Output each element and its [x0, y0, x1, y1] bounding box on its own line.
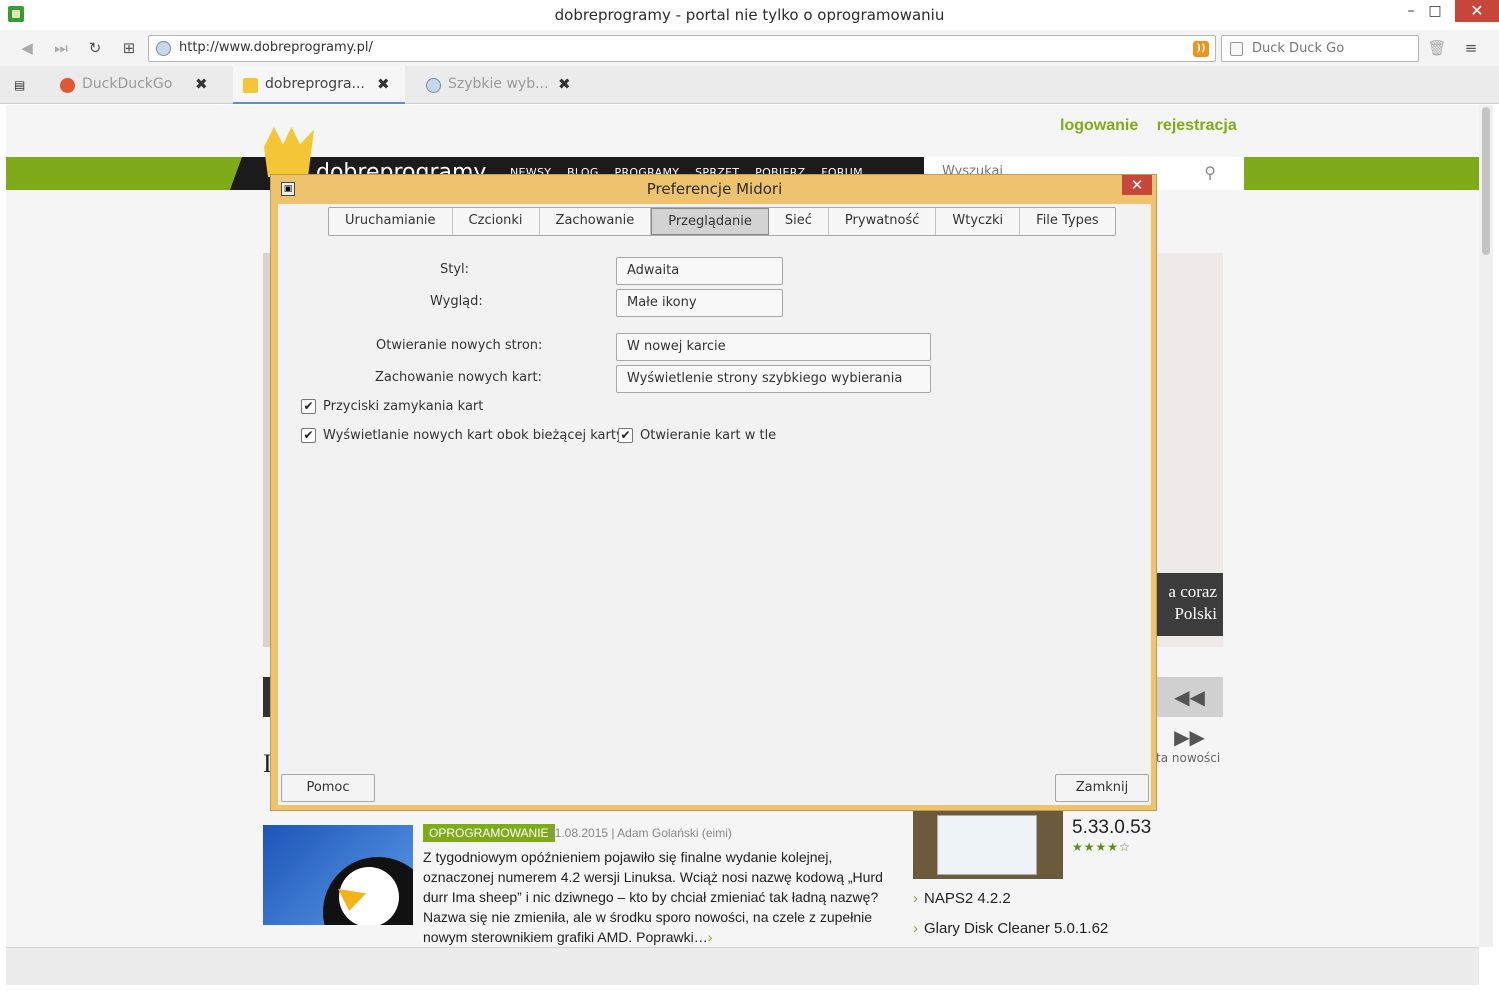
duckduckgo-favicon-icon — [60, 78, 75, 93]
crown-logo-icon[interactable] — [264, 127, 314, 177]
tab-file-types[interactable]: File Types — [1020, 208, 1115, 235]
new-tabs-label: Zachowanie nowych kart: — [375, 370, 542, 385]
bookmark-add-icon[interactable]: ⊞ — [118, 37, 140, 59]
slider-arrows-icon[interactable]: ◀◀ ▶▶ — [1156, 677, 1223, 749]
download-item[interactable]: › NAPS2 4.2.2 — [913, 890, 1011, 907]
globe-icon — [156, 41, 171, 56]
tab-label: DuckDuckGo — [82, 76, 173, 92]
checkbox-label: Wyświetlanie nowych kart obok bieżącej k… — [323, 428, 624, 443]
scrollbar-thumb[interactable] — [1482, 107, 1490, 255]
reload-icon[interactable]: ↻ — [84, 37, 106, 59]
app-menu-icon[interactable]: ≡ — [1460, 37, 1482, 59]
rss-feed-icon[interactable]: )) — [1193, 41, 1209, 57]
download-item-label: Glary Disk Cleaner 5.0.1.62 — [924, 920, 1109, 937]
close-button[interactable]: Zamknij — [1055, 774, 1149, 802]
tab-uruchamianie[interactable]: Uruchamianie — [329, 208, 453, 235]
checkmark-icon[interactable]: ✔ — [618, 428, 633, 443]
featured-app-version[interactable]: 5.33.0.53 — [1072, 817, 1151, 839]
preferences-tabs: Uruchamianie Czcionki Zachowanie Przeglą… — [328, 207, 1116, 236]
search-input[interactable] — [1252, 39, 1412, 58]
globe-favicon-icon — [426, 78, 441, 93]
tab-bar: ▤ DuckDuckGo ✖ dobreprogra... ✖ Szybkie … — [0, 66, 1499, 104]
style-select[interactable]: Adwaita — [616, 257, 783, 285]
open-pages-select[interactable]: W nowej karcie — [616, 333, 931, 361]
next-to-current-checkbox[interactable]: ✔ Wyświetlanie nowych kart obok bieżącej… — [301, 428, 624, 443]
hero-caption-line: Polski — [1174, 604, 1217, 623]
search-engine-icon[interactable] — [1230, 42, 1243, 56]
trash-icon[interactable]: 🗑 — [1426, 37, 1448, 59]
download-item-label: NAPS2 4.2.2 — [924, 890, 1011, 907]
tab-duckduckgo[interactable]: DuckDuckGo ✖ — [50, 66, 230, 104]
tux-penguin-icon — [323, 857, 413, 925]
tab-speed-dial[interactable]: Szybkie wyb... ✖ — [416, 66, 586, 104]
style-label: Styl: — [440, 262, 470, 277]
tab-przegladanie[interactable]: Przeglądanie — [651, 208, 769, 235]
chevron-right-icon: › — [913, 890, 918, 907]
forward-icon[interactable]: ⏭ — [50, 37, 72, 59]
search-bar[interactable] — [1221, 35, 1419, 62]
featured-app-thumbnail[interactable] — [913, 811, 1063, 879]
close-tab-icon[interactable]: ✖ — [558, 75, 571, 93]
window-title: dobreprogramy - portal nie tylko o oprog… — [554, 6, 945, 24]
url-field[interactable]: http://www.dobreprogramy.pl/ )) — [148, 35, 1216, 62]
checkbox-label: Przyciski zamykania kart — [323, 399, 484, 414]
maximize-button[interactable]: □ — [1422, 0, 1448, 22]
read-more-link[interactable]: › — [708, 929, 713, 945]
tab-label: dobreprogra... — [265, 76, 365, 92]
new-tabs-select[interactable]: Wyświetlenie strony szybkiego wybierania — [616, 365, 931, 393]
tab-wtyczki[interactable]: Wtyczki — [936, 208, 1021, 235]
close-buttons-checkbox[interactable]: ✔ Przyciski zamykania kart — [301, 399, 483, 414]
article-excerpt: Z tygodniowym opóźnieniem pojawiło się f… — [423, 847, 898, 947]
article-category-badge[interactable]: OPROGRAMOWANIE — [423, 824, 555, 842]
look-label: Wygląd: — [430, 294, 483, 309]
article-excerpt-text: Z tygodniowym opóźnieniem pojawiło się f… — [423, 849, 883, 945]
preferences-dialog: ▣ Preferencje Midori ✕ Uruchamianie Czci… — [270, 174, 1157, 811]
checkmark-icon[interactable]: ✔ — [301, 399, 316, 414]
dialog-title: Preferencje Midori — [646, 180, 783, 198]
app-screenshot — [937, 815, 1037, 875]
hero-caption[interactable]: a coraz Polski — [1156, 573, 1223, 636]
open-pages-label: Otwieranie nowych stron: — [376, 338, 543, 353]
tab-czcionki[interactable]: Czcionki — [453, 208, 540, 235]
tab-zachowanie[interactable]: Zachowanie — [540, 208, 652, 235]
chevron-right-icon: › — [913, 920, 918, 937]
close-window-button[interactable]: ✕ — [1455, 0, 1499, 22]
close-tab-icon[interactable]: ✖ — [195, 75, 208, 93]
tab-siec[interactable]: Sieć — [769, 208, 829, 235]
article-thumbnail[interactable] — [263, 825, 413, 925]
login-link[interactable]: logowanie — [1060, 117, 1138, 134]
url-text[interactable]: http://www.dobreprogramy.pl/ — [179, 40, 373, 55]
help-button[interactable]: Pomoc — [281, 774, 375, 802]
back-icon[interactable]: ◀ — [16, 37, 38, 59]
rating-stars-icon: ★★★★☆ — [1072, 840, 1131, 854]
minimize-button[interactable]: – — [1398, 0, 1424, 22]
account-links: logowanie rejestracja — [1060, 117, 1251, 135]
download-item[interactable]: › Glary Disk Cleaner 5.0.1.62 — [913, 920, 1108, 937]
checkbox-label: Otwieranie kart w tle — [640, 428, 777, 443]
dialog-close-button[interactable]: ✕ — [1122, 175, 1152, 195]
side-tabs[interactable]: ta nowości — [1156, 751, 1220, 765]
dobreprogramy-favicon-icon — [243, 78, 258, 93]
dialog-body: Uruchamianie Czcionki Zachowanie Przeglą… — [278, 204, 1151, 805]
tab-list-icon[interactable]: ▤ — [14, 78, 30, 92]
status-bar — [6, 947, 1479, 985]
page-scrollbar[interactable] — [1479, 105, 1493, 947]
tab-prywatnosc[interactable]: Prywatność — [829, 208, 937, 235]
look-select[interactable]: Małe ikony — [616, 289, 783, 317]
open-background-checkbox[interactable]: ✔ Otwieranie kart w tle — [618, 428, 776, 443]
tab-label: Szybkie wyb... — [448, 76, 549, 92]
close-tab-icon[interactable]: ✖ — [377, 75, 390, 93]
navigation-toolbar: ◀ ⏭ ↻ ⊞ http://www.dobreprogramy.pl/ )) … — [0, 30, 1499, 66]
hero-caption-line: a coraz — [1168, 582, 1217, 601]
tab-dobreprogramy[interactable]: dobreprogra... ✖ — [233, 66, 405, 104]
checkmark-icon[interactable]: ✔ — [301, 428, 316, 443]
register-link[interactable]: rejestracja — [1157, 117, 1237, 134]
window-titlebar: dobreprogramy - portal nie tylko o oprog… — [0, 0, 1499, 30]
article-meta: 31.08.2015 | Adam Golański (eimi) — [548, 826, 732, 840]
search-icon[interactable]: ⚲ — [1204, 163, 1216, 182]
